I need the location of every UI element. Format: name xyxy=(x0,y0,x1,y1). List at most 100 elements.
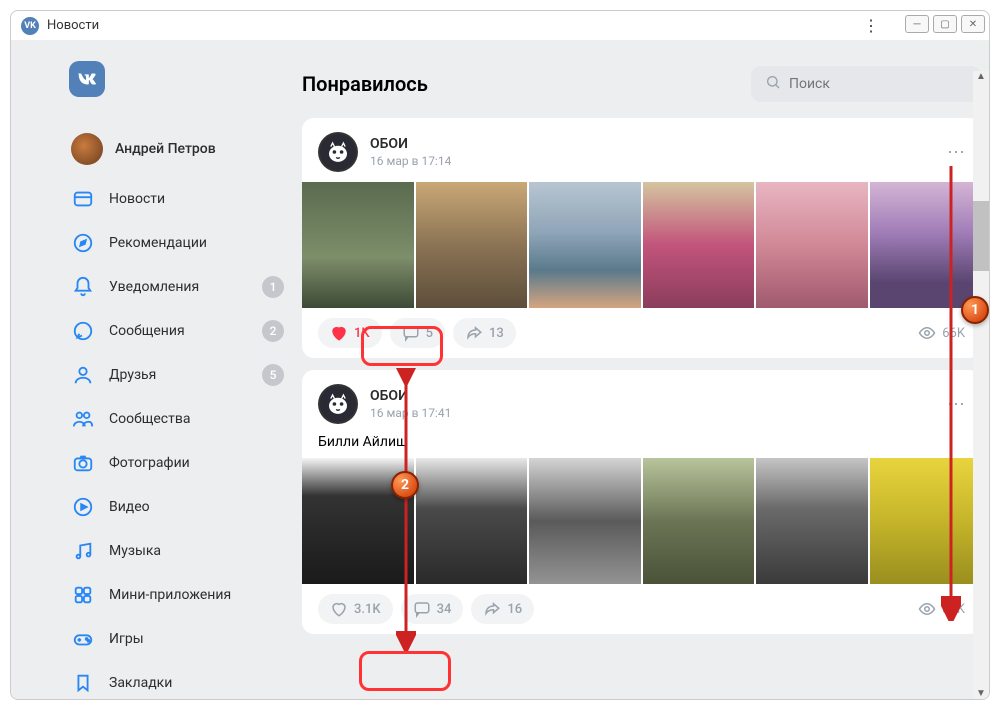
sidebar-item-label: Закладки xyxy=(109,675,284,691)
post-more-icon[interactable]: ⋯ xyxy=(947,142,965,163)
post-image[interactable] xyxy=(643,182,755,308)
news-icon xyxy=(71,187,95,211)
post-image[interactable] xyxy=(416,458,528,584)
like-count: 1K xyxy=(354,326,370,341)
post-avatar[interactable] xyxy=(318,384,358,424)
eye-icon xyxy=(918,324,936,342)
sidebar-item-label: Сообщения xyxy=(109,323,262,339)
apps-icon xyxy=(71,583,95,607)
users-icon xyxy=(71,407,95,431)
view-count: 66K xyxy=(942,326,965,341)
comment-button[interactable]: 5 xyxy=(390,318,445,348)
maximize-button[interactable]: ▢ xyxy=(933,15,957,33)
scroll-up-arrow[interactable]: ▲ xyxy=(973,71,989,82)
share-button[interactable]: 16 xyxy=(471,594,534,624)
scrollbar-thumb[interactable] xyxy=(973,201,989,271)
post-image[interactable] xyxy=(643,458,755,584)
compass-icon xyxy=(71,231,95,255)
post: ОБОИ 16 мар в 17:14 ⋯ 1K 5 13 66K xyxy=(302,118,981,358)
titlebar-more-icon[interactable]: ⋮ xyxy=(863,16,879,35)
sidebar-item-9[interactable]: Мини-приложения xyxy=(61,575,294,615)
like-button[interactable]: 1K xyxy=(318,318,382,348)
post-author[interactable]: ОБОИ xyxy=(370,136,451,152)
sidebar-item-label: Мини-приложения xyxy=(109,587,284,603)
post-image[interactable] xyxy=(756,182,868,308)
sidebar-item-0[interactable]: Новости xyxy=(61,179,294,219)
sidebar-item-label: Уведомления xyxy=(109,279,262,295)
sidebar-badge: 2 xyxy=(262,320,284,342)
vk-favicon: VK xyxy=(21,17,39,35)
sidebar-item-label: Видео xyxy=(109,499,284,515)
post-image[interactable] xyxy=(529,182,641,308)
music-icon xyxy=(71,539,95,563)
annotation-marker-1: 1 xyxy=(961,296,989,324)
post-image[interactable] xyxy=(870,458,982,584)
page-title: Понравилось xyxy=(302,72,428,96)
share-count: 13 xyxy=(489,326,504,341)
scroll-down-arrow[interactable]: ▼ xyxy=(973,688,989,699)
like-count: 3.1K xyxy=(354,602,381,617)
post-date: 16 мар в 17:14 xyxy=(370,154,451,168)
search-box[interactable] xyxy=(751,66,981,102)
main-content: Понравилось ОБОИ 16 мар в 17:14 ⋯ xyxy=(294,41,989,699)
post-image[interactable] xyxy=(529,458,641,584)
window-title: Новости xyxy=(47,18,99,33)
vk-logo[interactable] xyxy=(69,61,105,97)
views: 89K xyxy=(918,600,965,618)
post-image[interactable] xyxy=(302,182,414,308)
post-avatar[interactable] xyxy=(318,132,358,172)
sidebar-item-1[interactable]: Рекомендации xyxy=(61,223,294,263)
post-image[interactable] xyxy=(870,182,982,308)
sidebar-item-3[interactable]: Сообщения 2 xyxy=(61,311,294,351)
sidebar-item-label: Игры xyxy=(109,631,284,647)
minimize-button[interactable]: ─ xyxy=(905,15,929,33)
camera-icon xyxy=(71,451,95,475)
message-icon xyxy=(71,319,95,343)
profile-name: Андрей Петров xyxy=(115,141,216,157)
close-button[interactable]: ✕ xyxy=(961,15,985,33)
sidebar-item-2[interactable]: Уведомления 1 xyxy=(61,267,294,307)
bookmark-icon xyxy=(71,671,95,695)
sidebar-item-label: Рекомендации xyxy=(109,235,284,251)
sidebar-item-11[interactable]: Закладки xyxy=(61,663,294,699)
sidebar-item-label: Друзья xyxy=(109,367,262,383)
games-icon xyxy=(71,627,95,651)
titlebar: VK Новости ⋮ xyxy=(11,11,989,41)
comment-button[interactable]: 34 xyxy=(401,594,464,624)
views: 66K xyxy=(918,324,965,342)
annotation-marker-2: 2 xyxy=(391,471,419,499)
sidebar-badge: 5 xyxy=(262,364,284,386)
profile-link[interactable]: Андрей Петров xyxy=(61,125,294,173)
avatar xyxy=(71,133,103,165)
search-icon xyxy=(765,74,781,94)
post: ОБОИ 16 мар в 17:41 ⋯ Билли Айлиш 3.1K 3… xyxy=(302,370,981,634)
like-button[interactable]: 3.1K xyxy=(318,594,393,624)
sidebar-item-6[interactable]: Фотографии xyxy=(61,443,294,483)
sidebar-item-label: Музыка xyxy=(109,543,284,559)
eye-icon xyxy=(918,600,936,618)
sidebar-item-10[interactable]: Игры xyxy=(61,619,294,659)
share-count: 16 xyxy=(507,602,522,617)
post-images xyxy=(302,182,981,308)
sidebar-item-label: Сообщества xyxy=(109,411,284,427)
post-more-icon[interactable]: ⋯ xyxy=(947,394,965,415)
bell-icon xyxy=(71,275,95,299)
sidebar-item-5[interactable]: Сообщества xyxy=(61,399,294,439)
sidebar-item-label: Фотографии xyxy=(109,455,284,471)
share-button[interactable]: 13 xyxy=(453,318,516,348)
sidebar: Андрей Петров Новости Рекомендации Уведо… xyxy=(11,41,294,699)
window-controls: ─ ▢ ✕ xyxy=(905,15,985,33)
post-image[interactable] xyxy=(756,458,868,584)
post-author[interactable]: ОБОИ xyxy=(370,388,451,404)
sidebar-item-label: Новости xyxy=(109,191,284,207)
view-count: 89K xyxy=(942,602,965,617)
search-input[interactable] xyxy=(789,76,967,92)
post-text: Билли Айлиш xyxy=(302,434,981,458)
vertical-scrollbar[interactable]: ▲ ▼ xyxy=(973,71,989,699)
sidebar-item-4[interactable]: Друзья 5 xyxy=(61,355,294,395)
post-image[interactable] xyxy=(416,182,528,308)
user-icon xyxy=(71,363,95,387)
sidebar-item-8[interactable]: Музыка xyxy=(61,531,294,571)
sidebar-item-7[interactable]: Видео xyxy=(61,487,294,527)
sidebar-badge: 1 xyxy=(262,276,284,298)
